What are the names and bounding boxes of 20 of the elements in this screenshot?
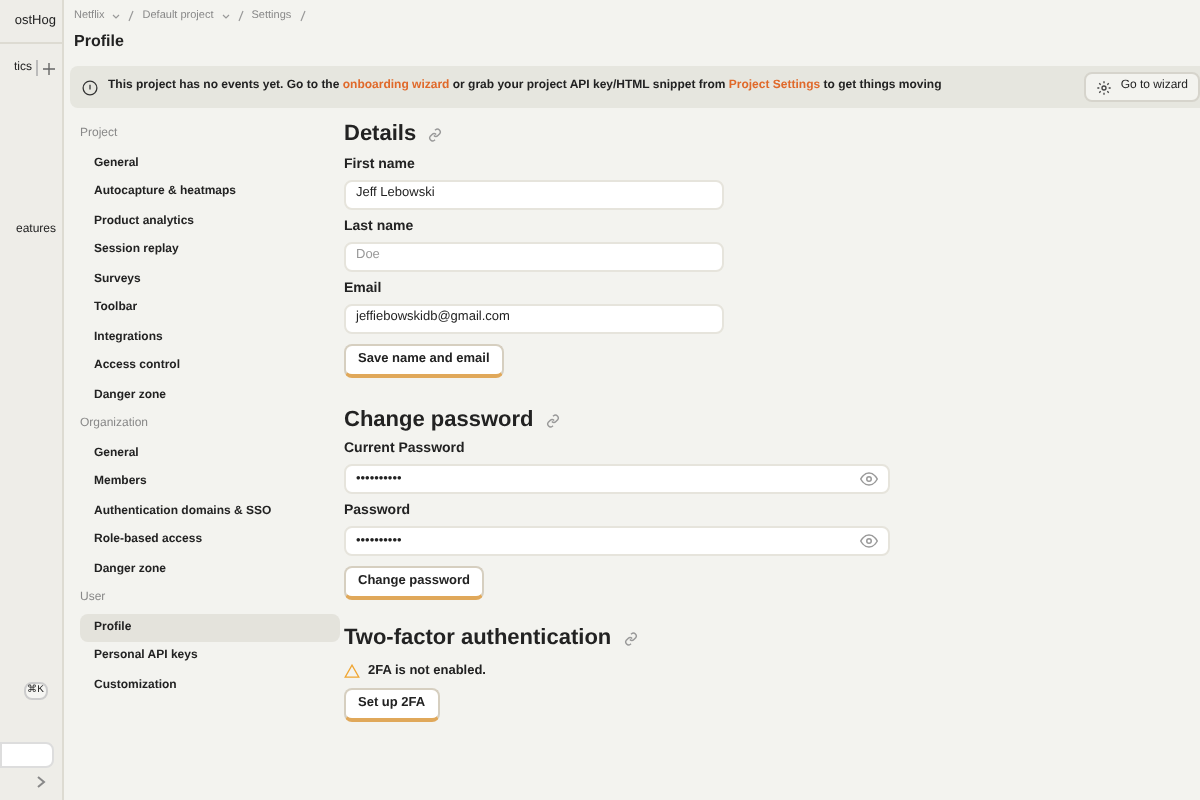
page-title: Profile	[74, 30, 126, 55]
separator-icon	[128, 10, 135, 23]
caret-icon[interactable]	[112, 13, 121, 20]
link-icon[interactable]	[623, 632, 638, 646]
section-title: Details	[344, 120, 417, 151]
separator-icon	[299, 10, 306, 23]
warning-icon	[344, 664, 360, 679]
eye-icon[interactable]	[860, 532, 878, 551]
section-title: Two-factor authentication	[344, 624, 612, 655]
link-icon[interactable]	[428, 128, 443, 142]
link-icon[interactable]	[545, 413, 560, 427]
info-icon	[82, 79, 98, 96]
eye-icon[interactable]	[860, 470, 878, 489]
separator-icon	[237, 10, 244, 23]
chevron-right-icon[interactable]	[36, 776, 46, 788]
search-field[interactable]	[0, 742, 54, 768]
section-title: Change password	[344, 405, 534, 436]
gear-icon	[1096, 79, 1113, 96]
plus-icon[interactable]	[42, 61, 56, 75]
caret-icon[interactable]	[221, 13, 230, 20]
